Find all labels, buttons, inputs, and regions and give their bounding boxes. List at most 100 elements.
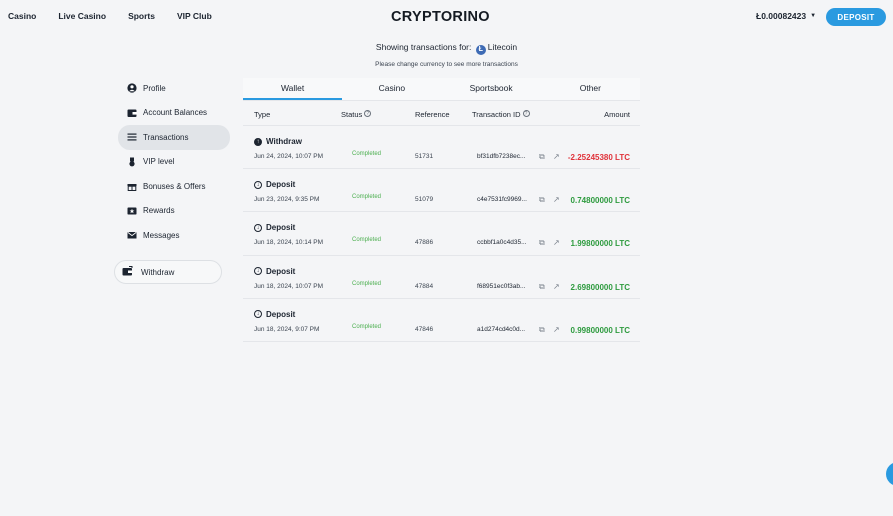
row-reference: 51079 — [415, 196, 434, 204]
star-ticket-icon — [126, 205, 137, 216]
row-txid: ccbbf1a0c4d35... — [477, 239, 527, 247]
arrow-up-circle-icon: ↑ — [254, 137, 262, 146]
external-link-icon[interactable]: ↗ — [553, 195, 560, 204]
sidebar-item-bonuses-offers[interactable]: Bonuses & Offers — [118, 174, 230, 199]
sidebar-item-account-balances[interactable]: Account Balances — [118, 101, 230, 126]
row-date: Jun 23, 2024, 9:35 PM — [254, 196, 320, 204]
sidebar-item-label: VIP level — [143, 157, 175, 167]
top-bar: Casino Live Casino Sports VIP Club CRYPT… — [0, 0, 893, 34]
copy-icon[interactable]: ⧉ — [539, 282, 545, 292]
status-badge: Completed — [352, 194, 382, 201]
sidebar-item-rewards[interactable]: Rewards — [118, 199, 230, 224]
copy-icon[interactable]: ⧉ — [539, 152, 545, 162]
wallet-icon — [126, 107, 137, 118]
sidebar-item-vip-level[interactable]: VIP level — [118, 150, 230, 175]
header-reference: Reference — [415, 110, 450, 119]
currency-name: Litecoin — [487, 42, 518, 52]
currency-notice-prefix: Showing transactions for: — [375, 42, 472, 52]
row-txid: bf31dfb7238ec... — [477, 153, 526, 160]
nav-vip-club[interactable]: VIP Club — [177, 11, 212, 21]
transactions-table: ↑ Withdraw Jun 24, 2024, 10:07 PM Complet… — [243, 126, 640, 342]
row-reference: 51731 — [415, 153, 434, 160]
header-type: Type — [254, 110, 271, 119]
status-badge: Completed — [352, 151, 382, 157]
row-type: ↓ Deposit — [254, 180, 295, 189]
litecoin-icon: Ł — [475, 45, 486, 55]
sidebar-item-transactions[interactable]: Transactions — [118, 125, 230, 150]
nav-sports[interactable]: Sports — [128, 11, 155, 21]
nav-casino[interactable]: Casino — [8, 11, 36, 21]
row-date: Jun 18, 2024, 10:07 PM — [254, 282, 324, 290]
tab-casino[interactable]: Casino — [342, 78, 441, 100]
help-icon[interactable]: ? — [364, 110, 372, 117]
arrow-down-circle-icon: ↓ — [254, 310, 262, 319]
external-link-icon[interactable]: ↗ — [553, 282, 560, 291]
table-row: ↓ Deposit Jun 23, 2024, 9:35 PM Completed… — [243, 169, 640, 213]
status-badge: Completed — [352, 280, 382, 287]
sidebar-item-label: Messages — [143, 230, 180, 240]
row-reference: 47846 — [415, 325, 434, 333]
help-icon[interactable]: ? — [522, 110, 530, 117]
chevron-down-icon: ▼ — [810, 13, 817, 19]
sidebar-item-label: Account Balances — [143, 108, 208, 118]
arrow-down-circle-icon: ↓ — [254, 267, 262, 276]
header-txid-wrap: Transaction ID? — [472, 110, 530, 119]
header-status-wrap: Status? — [341, 110, 372, 119]
sidebar-item-label: Rewards — [143, 206, 175, 216]
row-type-label: Withdraw — [266, 137, 302, 146]
row-amount: -2.25245380 LTC — [567, 153, 630, 162]
sidebar-item-label: Transactions — [143, 132, 189, 142]
external-link-icon[interactable]: ↗ — [553, 325, 560, 334]
wallet-out-icon — [122, 265, 134, 279]
row-date: Jun 18, 2024, 9:07 PM — [254, 325, 320, 333]
row-type-label: Deposit — [266, 180, 296, 190]
deposit-button[interactable]: DEPOSIT — [826, 8, 886, 26]
main-nav: Casino Live Casino Sports VIP Club — [8, 11, 234, 21]
sidebar-item-messages[interactable]: Messages — [118, 223, 230, 248]
copy-icon[interactable]: ⧉ — [539, 238, 545, 248]
withdraw-label: Withdraw — [141, 267, 175, 277]
row-reference: 47884 — [415, 282, 434, 290]
brand-logo[interactable]: CRYPTORINO — [391, 9, 490, 25]
profile-icon — [126, 83, 137, 94]
status-badge: Completed — [352, 323, 382, 330]
row-amount: 1.99800000 LTC — [570, 239, 630, 249]
gift-icon — [126, 181, 137, 192]
row-type-label: Deposit — [266, 223, 296, 233]
row-amount: 0.99800000 LTC — [570, 325, 630, 335]
row-type: ↓ Deposit — [254, 310, 295, 319]
external-link-icon[interactable]: ↗ — [553, 238, 560, 247]
row-type: ↓ Deposit — [254, 223, 295, 232]
copy-icon[interactable]: ⧉ — [539, 195, 545, 205]
tab-sportsbook[interactable]: Sportsbook — [442, 78, 541, 100]
tab-wallet[interactable]: Wallet — [243, 78, 343, 100]
row-amount: 0.74800000 LTC — [570, 196, 630, 206]
account-sidebar: Profile Account Balances Transactions VI… — [118, 76, 230, 248]
arrow-down-circle-icon: ↓ — [254, 223, 262, 232]
nav-live-casino[interactable]: Live Casino — [58, 11, 106, 21]
sidebar-item-label: Bonuses & Offers — [143, 181, 206, 191]
external-link-icon[interactable]: ↗ — [553, 152, 560, 161]
tab-other[interactable]: Other — [541, 78, 640, 100]
withdraw-button[interactable]: Withdraw — [114, 260, 222, 284]
currency-notice: Showing transactions for: Ł Litecoin — [0, 42, 893, 55]
medal-icon — [126, 156, 137, 167]
transaction-tabs: Wallet Casino Sportsbook Other — [243, 78, 640, 101]
header-txid: Transaction ID — [472, 110, 521, 119]
row-txid: f68951ec0f3ab... — [477, 282, 526, 290]
currency-hint: Please change currency to see more trans… — [375, 61, 518, 68]
list-icon — [126, 132, 137, 143]
sidebar-item-profile[interactable]: Profile — [118, 76, 230, 101]
balance-value: Ł0.00082423 — [756, 11, 807, 21]
copy-icon[interactable]: ⧉ — [539, 325, 545, 335]
mail-icon — [126, 230, 137, 241]
table-row: ↓ Deposit Jun 18, 2024, 10:14 PM Complete… — [243, 212, 640, 256]
header-status: Status — [341, 110, 363, 119]
row-txid: c4e7531fc9969... — [477, 196, 527, 204]
row-txid: a1d274cd4c0d... — [477, 325, 526, 333]
status-badge: Completed — [352, 237, 382, 244]
header-amount: Amount — [604, 110, 630, 119]
chat-launcher-button[interactable] — [886, 462, 893, 486]
row-reference: 47886 — [415, 239, 434, 247]
balance-selector[interactable]: Ł0.00082423 ▼ — [756, 11, 816, 21]
